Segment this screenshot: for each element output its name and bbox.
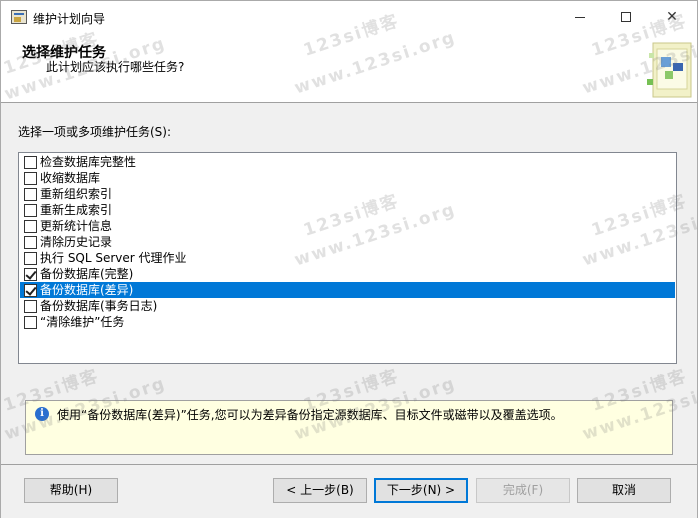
task-list-label: 选择一项或多项维护任务(S): xyxy=(18,125,172,139)
task-checkbox[interactable] xyxy=(24,268,37,281)
task-item[interactable]: 备份数据库(差异) xyxy=(20,282,675,298)
task-label: 更新统计信息 xyxy=(40,219,113,233)
task-checkbox[interactable] xyxy=(24,300,37,313)
task-label: 重新组织索引 xyxy=(40,187,113,201)
maximize-icon xyxy=(621,12,631,22)
window-title: 维护计划向导 xyxy=(33,12,106,26)
task-item[interactable]: 执行 SQL Server 代理作业 xyxy=(20,250,675,266)
task-label: 收缩数据库 xyxy=(40,171,101,185)
app-icon xyxy=(11,10,27,24)
wizard-window: 维护计划向导 ✕ 选择维护任务 此计划应该执行哪些任务? 选择一项或多项维护任务… xyxy=(0,0,698,518)
task-checkbox[interactable] xyxy=(24,220,37,233)
task-item[interactable]: 更新统计信息 xyxy=(20,218,675,234)
wizard-graphic-icon xyxy=(647,42,692,98)
task-label: 备份数据库(完整) xyxy=(40,267,134,281)
task-checkbox[interactable] xyxy=(24,316,37,329)
cancel-button[interactable]: 取消 xyxy=(577,478,671,503)
minimize-icon xyxy=(575,16,585,18)
maximize-button[interactable] xyxy=(603,1,649,33)
task-item[interactable]: 清除历史记录 xyxy=(20,234,675,250)
close-button[interactable]: ✕ xyxy=(649,1,695,33)
task-item[interactable]: 检查数据库完整性 xyxy=(20,154,675,170)
task-item[interactable]: 收缩数据库 xyxy=(20,170,675,186)
task-label: 执行 SQL Server 代理作业 xyxy=(40,251,187,265)
help-button[interactable]: 帮助(H) xyxy=(24,478,118,503)
task-label: 备份数据库(事务日志) xyxy=(40,299,158,313)
task-list[interactable]: 检查数据库完整性 收缩数据库重新组织索引 重新生成索引 更新统计信息 清除历史记录执行 … xyxy=(18,152,677,364)
task-item[interactable]: 备份数据库(完整) xyxy=(20,266,675,282)
minimize-button[interactable] xyxy=(557,1,603,33)
info-icon: i xyxy=(35,407,49,421)
task-item[interactable]: 重新生成索引 xyxy=(20,202,675,218)
close-icon: ✕ xyxy=(666,9,678,25)
task-label: 清除历史记录 xyxy=(40,235,113,249)
task-checkbox[interactable] xyxy=(24,236,37,249)
finish-button[interactable]: 完成(F) xyxy=(476,478,570,503)
wizard-header: 选择维护任务 此计划应该执行哪些任务? xyxy=(1,33,697,103)
task-label: 重新生成索引 xyxy=(40,203,113,217)
back-button[interactable]: < 上一步(B) xyxy=(273,478,367,503)
title-bar: 维护计划向导 ✕ xyxy=(1,1,697,33)
task-label: 检查数据库完整性 xyxy=(40,155,137,169)
info-text: 使用“备份数据库(差异)”任务,您可以为差异备份指定源数据库、目标文件或磁带以及… xyxy=(57,408,563,422)
task-checkbox[interactable] xyxy=(24,172,37,185)
next-button[interactable]: 下一步(N) > xyxy=(374,478,468,503)
wizard-footer: 帮助(H) < 上一步(B) 下一步(N) > 完成(F) 取消 xyxy=(1,464,697,518)
task-checkbox[interactable] xyxy=(24,252,37,265)
task-label: 备份数据库(差异) xyxy=(40,283,134,297)
task-checkbox[interactable] xyxy=(24,284,37,297)
task-checkbox[interactable] xyxy=(24,156,37,169)
task-label: “清除维护”任务 xyxy=(40,315,125,329)
task-item[interactable]: 备份数据库(事务日志) xyxy=(20,298,675,314)
task-item[interactable]: 重新组织索引 xyxy=(20,186,675,202)
page-subtitle: 此计划应该执行哪些任务? xyxy=(46,60,185,74)
task-item[interactable]: “清除维护”任务 xyxy=(20,314,675,330)
task-checkbox[interactable] xyxy=(24,204,37,217)
task-checkbox[interactable] xyxy=(24,188,37,201)
info-box: i 使用“备份数据库(差异)”任务,您可以为差异备份指定源数据库、目标文件或磁带… xyxy=(25,400,673,455)
